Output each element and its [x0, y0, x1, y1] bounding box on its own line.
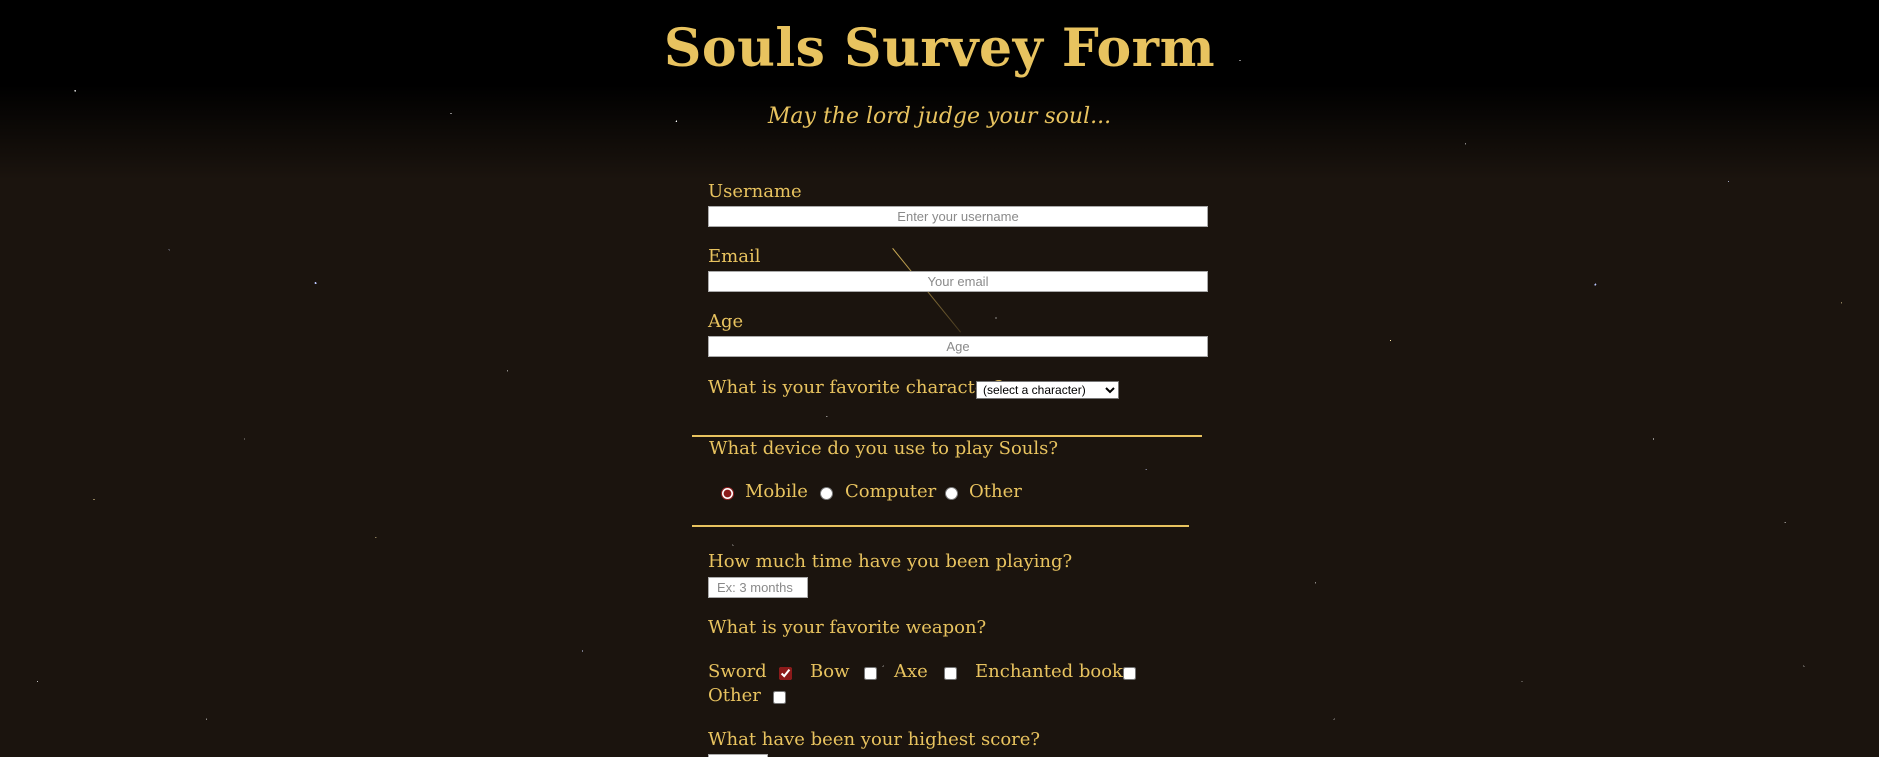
play-time-label: How much time have you been playing?: [708, 551, 1073, 572]
device-radio-computer[interactable]: [820, 487, 833, 500]
device-label-other: Other: [969, 481, 1022, 502]
weapon-checkbox-sword[interactable]: [779, 667, 792, 680]
character-select[interactable]: (select a character): [976, 381, 1119, 399]
weapon-question: What is your favorite weapon?: [708, 617, 987, 638]
email-input[interactable]: [708, 271, 1208, 292]
email-label: Email: [708, 246, 761, 267]
weapon-label-sword: Sword: [708, 661, 767, 682]
device-label-mobile: Mobile: [745, 481, 808, 502]
weapon-label-axe: Axe: [894, 661, 928, 682]
weapon-checkbox-bow[interactable]: [864, 667, 877, 680]
page-subtitle: May the lord judge your soul...: [767, 104, 1112, 129]
weapon-label-other: Other: [708, 685, 761, 706]
weapon-checkbox-other[interactable]: [773, 691, 786, 704]
age-input[interactable]: [708, 336, 1208, 357]
weapon-label-bow: Bow: [810, 661, 850, 682]
device-bottom-divider: [692, 525, 1189, 527]
score-label: What have been your highest score?: [708, 729, 1041, 750]
weapon-checkbox-enchanted-book[interactable]: [1123, 667, 1136, 680]
survey-page: Souls Survey Form May the lord judge you…: [0, 0, 1879, 757]
character-label: What is your favorite character?: [708, 377, 1004, 398]
device-label-computer: Computer: [845, 481, 937, 502]
device-radio-mobile[interactable]: [721, 487, 734, 500]
username-label: Username: [708, 181, 802, 202]
device-top-divider: [692, 435, 1202, 437]
page-title: Souls Survey Form: [663, 18, 1216, 79]
device-radio-other[interactable]: [945, 487, 958, 500]
weapon-checkbox-axe[interactable]: [944, 667, 957, 680]
device-question: What device do you use to play Souls?: [709, 438, 1059, 459]
username-input[interactable]: [708, 206, 1208, 227]
weapon-label-enchanted-book: Enchanted book: [975, 661, 1123, 682]
age-label: Age: [708, 311, 744, 332]
play-time-input[interactable]: [708, 577, 808, 598]
